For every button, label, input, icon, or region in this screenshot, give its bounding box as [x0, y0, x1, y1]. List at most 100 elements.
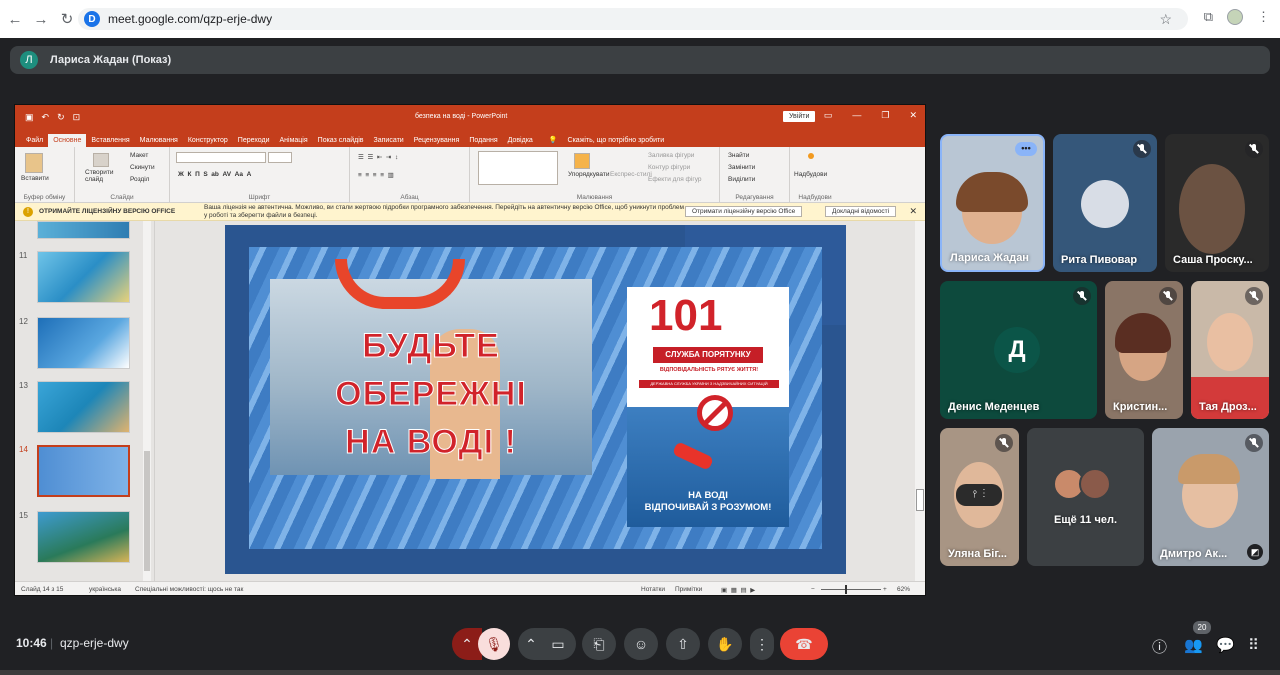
addins-button[interactable]: Надбудови	[794, 171, 827, 178]
minimize-icon[interactable]: —	[852, 110, 861, 121]
start-slideshow-icon[interactable]: ⊡	[73, 112, 81, 123]
addins-icon[interactable]	[808, 153, 814, 159]
tab-slideshow[interactable]: Показ слайдів	[313, 134, 369, 147]
tab-transitions[interactable]: Переходи	[233, 134, 275, 147]
tab-draw[interactable]: Малювання	[135, 134, 183, 147]
comments-button[interactable]: Примітки	[675, 586, 702, 593]
participant-tile[interactable]: Рита Пивовар	[1053, 134, 1157, 272]
undo-icon[interactable]: ↶	[42, 112, 50, 123]
arrange-button[interactable]: Упорядкувати	[568, 171, 609, 178]
participant-tile[interactable]: Д Денис Меденцев	[940, 281, 1097, 419]
participant-tile[interactable]: Дмитро Ак... ◩	[1152, 428, 1269, 566]
shape-outline-button[interactable]: Контур фігури	[648, 164, 690, 171]
layout-button[interactable]: Макет	[130, 152, 148, 159]
more-options-button[interactable]: ⋮	[750, 628, 774, 660]
slide-thumbnail[interactable]	[37, 221, 130, 239]
slide-thumbnail[interactable]	[37, 381, 130, 433]
notes-button[interactable]: Нотатки	[641, 586, 665, 593]
tab-animations[interactable]: Анімація	[275, 134, 313, 147]
paste-button[interactable]: Вставити	[21, 175, 49, 182]
tell-me-search[interactable]: Скажіть, що потрібно зробити	[563, 134, 670, 147]
close-icon[interactable]: ✕	[909, 110, 917, 121]
activities-icon[interactable]: ⠿	[1248, 636, 1259, 654]
redo-icon[interactable]: ↻	[57, 112, 65, 123]
tab-design[interactable]: Конструктор	[183, 134, 233, 147]
tab-insert[interactable]: Вставлення	[86, 134, 134, 147]
people-icon[interactable]: 👥	[1184, 636, 1203, 654]
emoji-button[interactable]: ☺	[624, 628, 658, 660]
view-buttons[interactable]: ▣ ▦ ▤ ▶	[721, 586, 755, 594]
section-button[interactable]: Розділ	[130, 176, 149, 183]
get-license-button[interactable]: Отримати ліцензійну версію Office	[685, 206, 803, 217]
scroll-thumb[interactable]	[916, 489, 924, 511]
slide-scrollbar[interactable]	[915, 221, 925, 581]
tab-file[interactable]: Файл	[21, 134, 48, 147]
zoom-slider-thumb[interactable]	[845, 585, 847, 594]
accessibility-status[interactable]: Спеціальні можливості: щось не так	[135, 586, 243, 593]
reset-button[interactable]: Скинути	[130, 164, 155, 171]
profile-avatar[interactable]	[1227, 9, 1243, 25]
present-button[interactable]: ⇧	[666, 628, 700, 660]
address-bar[interactable]: D meet.google.com/qzp-erje-dwy ☆	[78, 8, 1188, 30]
tab-view[interactable]: Подання	[464, 134, 502, 147]
tab-home[interactable]: Основне	[48, 134, 87, 147]
zoom-in-icon[interactable]: +	[883, 586, 887, 593]
save-icon[interactable]: ▣	[25, 112, 34, 123]
bookmark-star-icon[interactable]: ☆	[1159, 11, 1172, 28]
scroll-thumb[interactable]	[144, 451, 150, 571]
new-slide-button[interactable]: Створити слайд	[85, 169, 115, 183]
browser-menu-icon[interactable]: ⋮	[1257, 9, 1270, 25]
font-name-select[interactable]	[176, 152, 266, 163]
replace-button[interactable]: Замінити	[728, 164, 755, 171]
shape-effects-button[interactable]: Ефекти для фігур	[648, 176, 702, 183]
info-icon[interactable]: ⓘ	[1152, 636, 1167, 657]
tab-record[interactable]: Записати	[369, 134, 409, 147]
participant-tile-others[interactable]: Ещё 11 чел.	[1027, 428, 1144, 566]
forward-icon[interactable]: →	[28, 11, 54, 28]
quick-styles-button[interactable]: Експрес-стилі	[610, 171, 652, 178]
signin-button[interactable]: Увійти	[783, 111, 816, 122]
zoom-level[interactable]: 62%	[897, 586, 910, 593]
arrange-icon[interactable]	[574, 153, 590, 169]
new-slide-icon[interactable]	[93, 153, 109, 167]
font-size-select[interactable]	[268, 152, 292, 163]
tab-review[interactable]: Рецензування	[409, 134, 465, 147]
participant-tile[interactable]: Саша Проску...	[1165, 134, 1269, 272]
language-indicator[interactable]: українська	[89, 586, 121, 593]
extensions-icon[interactable]: ⧉	[1204, 9, 1213, 25]
shapes-gallery[interactable]	[478, 151, 558, 185]
align-buttons[interactable]: ≡ ≡ ≡ ≡ ▥	[358, 171, 394, 179]
participant-tile[interactable]: Тая Дроз...	[1191, 281, 1269, 419]
close-warning-icon[interactable]: ✕	[909, 206, 917, 217]
select-button[interactable]: Виділити	[728, 176, 755, 183]
slide-thumbnail[interactable]	[37, 317, 130, 369]
raise-hand-button[interactable]: ✋	[708, 628, 742, 660]
maximize-icon[interactable]: ❐	[881, 110, 889, 121]
zoom-slider[interactable]	[821, 589, 881, 590]
zoom-out-icon[interactable]: −	[811, 586, 815, 593]
captions-button[interactable]: ⎗	[582, 628, 616, 660]
slide-thumbnail[interactable]	[37, 251, 130, 303]
camera-button[interactable]: ▭	[540, 628, 576, 660]
details-button[interactable]: Докладні відомості	[825, 206, 897, 217]
list-buttons[interactable]: ☰ ☰ ⇤ ⇥ ↕	[358, 153, 398, 161]
more-options-icon[interactable]: •••	[1015, 142, 1037, 156]
participant-tile[interactable]: Кристин...	[1105, 281, 1183, 419]
leave-call-button[interactable]: ☎	[780, 628, 828, 660]
current-slide[interactable]: БУДЬТЕ ОБЕРЕЖНІ НА ВОДІ ! 101 СЛУЖБА ПОР…	[225, 225, 846, 574]
bold-button[interactable]: Ж К П S ab AV Aa A	[178, 171, 251, 178]
tab-help[interactable]: Довідка	[503, 134, 538, 147]
find-button[interactable]: Знайти	[728, 152, 749, 159]
paste-icon[interactable]	[25, 153, 43, 173]
participant-tile[interactable]: ••• Лариса Жадан	[940, 134, 1045, 272]
pin-controls-icon[interactable]: ⫯ ⋮	[956, 484, 1002, 506]
chat-icon[interactable]: 💬	[1216, 636, 1235, 654]
ribbon-options-icon[interactable]: ▭	[824, 110, 833, 121]
spotlight-icon[interactable]: ◩	[1247, 544, 1263, 560]
shape-fill-button[interactable]: Заливка фігури	[648, 152, 694, 159]
slide-thumbnail[interactable]	[37, 511, 130, 563]
participant-tile[interactable]: ⫯ ⋮ Уляна Біг...	[940, 428, 1019, 566]
slide-thumbnail-selected[interactable]	[37, 445, 130, 497]
reload-icon[interactable]: ↻	[54, 10, 80, 28]
mic-off-button[interactable]: 🎙	[478, 628, 510, 660]
